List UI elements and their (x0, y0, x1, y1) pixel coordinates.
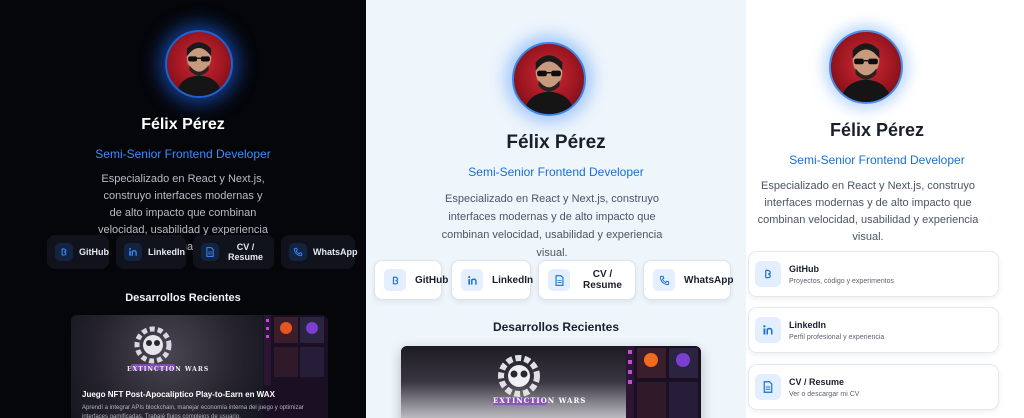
document-icon (755, 374, 781, 400)
profile-name: Félix Pérez (829, 120, 925, 140)
github-link[interactable]: GitHub (374, 260, 448, 300)
project-description: Aprendí a integrar APIs blockchain, mane… (82, 405, 304, 418)
avatar-photo (840, 43, 892, 102)
linkedin-icon (461, 269, 483, 291)
light-theme-preview: Félix Pérez Semi-Senior Frontend Develop… (366, 0, 746, 418)
whatsapp-label: WhatsApp (684, 274, 734, 286)
linkedin-label: LinkedIn (148, 247, 186, 257)
project-card[interactable]: EXTINCTION WARS Juego NFT Post-Apocalípt… (71, 315, 328, 418)
document-icon (548, 269, 570, 291)
avatar-photo (175, 42, 223, 96)
cv-link[interactable]: CV / Resume (193, 235, 274, 269)
linkedin-link[interactable]: LinkedIn (116, 235, 186, 269)
linkedin-card[interactable]: LinkedIn Perfil profesional y experienci… (748, 307, 999, 353)
cv-link[interactable]: CV / Resume (538, 260, 636, 300)
linkedin-card-title: LinkedIn (789, 320, 827, 330)
recent-section-title: Desarrollos Recientes (492, 320, 620, 334)
profile-role: Semi-Senior Frontend Developer (468, 165, 644, 179)
github-icon (755, 261, 781, 287)
avatar (165, 30, 233, 98)
document-icon (201, 243, 219, 261)
github-card-subtitle: Proyectos, código y experimentos (789, 278, 895, 285)
project-thumbnails (626, 346, 701, 418)
github-label: GitHub (415, 274, 449, 286)
github-label: GitHub (79, 247, 109, 257)
gear-mask-logo-icon (493, 355, 547, 405)
project-logo-text: EXTINCTION WARS (493, 396, 587, 405)
profile-description: Especializado en React y Next.js, constr… (441, 193, 663, 259)
whatsapp-link[interactable]: WhatsApp (643, 260, 734, 300)
project-thumbnails (264, 315, 328, 418)
linkedin-icon (755, 317, 781, 343)
avatar-photo (523, 55, 575, 114)
project-cover: EXTINCTION WARS (401, 346, 626, 418)
whatsapp-link[interactable]: WhatsApp (281, 235, 358, 269)
project-card[interactable]: EXTINCTION WARS (401, 346, 701, 418)
cv-label: CV / Resume (583, 269, 622, 291)
cv-card[interactable]: CV / Resume Ver o descargar mi CV (748, 364, 999, 410)
github-card-title: GitHub (789, 264, 819, 274)
avatar (829, 30, 903, 104)
profile-role: Semi-Senior Frontend Developer (789, 153, 965, 167)
phone-icon (653, 269, 675, 291)
phone-icon (289, 243, 307, 261)
linkedin-link[interactable]: LinkedIn (451, 260, 534, 300)
github-card[interactable]: GitHub Proyectos, código y experimentos (748, 251, 999, 297)
linkedin-card-subtitle: Perfil profesional y experiencia (789, 334, 885, 341)
profile-description: Especializado en React y Next.js, constr… (757, 180, 979, 243)
linkedin-label: LinkedIn (492, 274, 534, 286)
profile-name: Félix Pérez (506, 132, 606, 153)
project-title: Juego NFT Post-Apocalíptico Play-to-Earn… (82, 390, 275, 399)
linkedin-icon (124, 243, 142, 261)
github-icon (55, 243, 73, 261)
project-cover: EXTINCTION WARS (71, 315, 263, 418)
cv-label: CV / Resume (227, 242, 263, 262)
dark-theme-preview: Félix Pérez Semi-Senior Frontend Develop… (0, 0, 366, 418)
gear-mask-logo-icon (131, 326, 175, 370)
light-list-preview: Félix Pérez Semi-Senior Frontend Develop… (746, 0, 1024, 418)
project-logo-text: EXTINCTION WARS (127, 366, 210, 373)
github-link[interactable]: GitHub (47, 235, 109, 269)
cv-card-title: CV / Resume (789, 377, 845, 387)
recent-section-title: Desarrollos Recientes (125, 292, 241, 304)
whatsapp-label: WhatsApp (313, 247, 358, 257)
profile-name: Félix Pérez (141, 116, 225, 133)
cv-card-subtitle: Ver o descargar mi CV (789, 391, 860, 398)
avatar (512, 42, 586, 116)
profile-role: Semi-Senior Frontend Developer (95, 147, 271, 161)
github-icon (384, 269, 406, 291)
